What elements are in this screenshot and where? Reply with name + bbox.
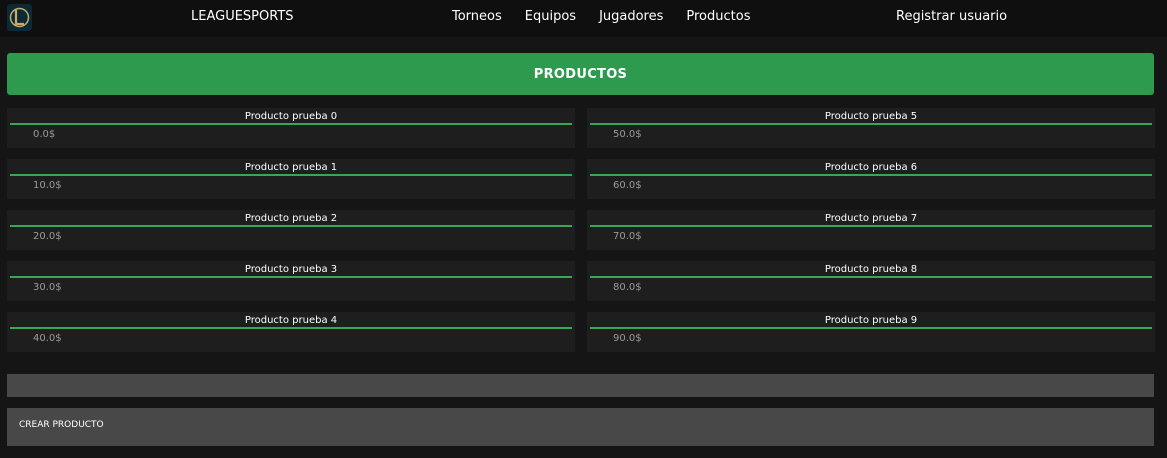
empty-bar bbox=[7, 374, 1154, 397]
product-price: 50.0$ bbox=[613, 129, 642, 140]
divider bbox=[590, 276, 1152, 278]
product-price: 20.0$ bbox=[33, 231, 62, 242]
divider bbox=[10, 123, 572, 125]
product-card[interactable]: Producto prueba 5 50.0$ bbox=[587, 108, 1155, 148]
product-card[interactable]: Producto prueba 3 30.0$ bbox=[7, 261, 575, 301]
nav-link-torneos[interactable]: Torneos bbox=[452, 9, 502, 24]
product-column-right: Producto prueba 5 50.0$ Producto prueba … bbox=[587, 108, 1155, 363]
product-name: Producto prueba 3 bbox=[244, 264, 338, 275]
product-price: 80.0$ bbox=[613, 282, 642, 293]
product-name: Producto prueba 4 bbox=[244, 315, 338, 326]
divider bbox=[10, 225, 572, 227]
product-card[interactable]: Producto prueba 8 80.0$ bbox=[587, 261, 1155, 301]
product-card[interactable]: Producto prueba 1 10.0$ bbox=[7, 159, 575, 199]
product-name: Producto prueba 1 bbox=[244, 162, 338, 173]
product-card[interactable]: Producto prueba 0 0.0$ bbox=[7, 108, 575, 148]
nav-links: Torneos Equipos Jugadores Productos bbox=[452, 9, 750, 24]
league-logo-icon[interactable] bbox=[7, 4, 32, 31]
product-price: 70.0$ bbox=[613, 231, 642, 242]
divider bbox=[10, 327, 572, 329]
product-price: 0.0$ bbox=[33, 129, 56, 140]
nav-link-equipos[interactable]: Equipos bbox=[525, 9, 576, 24]
product-card[interactable]: Producto prueba 4 40.0$ bbox=[7, 312, 575, 352]
divider bbox=[590, 327, 1152, 329]
product-price: 10.0$ bbox=[33, 180, 62, 191]
create-product-button[interactable]: CREAR PRODUCTO bbox=[7, 408, 1154, 446]
product-name: Producto prueba 6 bbox=[824, 162, 918, 173]
divider bbox=[590, 225, 1152, 227]
product-card[interactable]: Producto prueba 2 20.0$ bbox=[7, 210, 575, 250]
divider bbox=[10, 276, 572, 278]
product-card[interactable]: Producto prueba 6 60.0$ bbox=[587, 159, 1155, 199]
product-name: Producto prueba 2 bbox=[244, 213, 338, 224]
product-name: Producto prueba 8 bbox=[824, 264, 918, 275]
divider bbox=[590, 174, 1152, 176]
product-card[interactable]: Producto prueba 9 90.0$ bbox=[587, 312, 1155, 352]
product-name: Producto prueba 5 bbox=[824, 111, 918, 122]
product-name: Producto prueba 7 bbox=[824, 213, 918, 224]
page-title-banner: PRODUCTOS bbox=[7, 53, 1154, 95]
navbar: LEAGUESPORTS Torneos Equipos Jugadores P… bbox=[0, 0, 1167, 37]
register-user-link[interactable]: Registrar usuario bbox=[896, 9, 1007, 24]
product-price: 90.0$ bbox=[613, 333, 642, 344]
create-product-label: CREAR PRODUCTO bbox=[19, 420, 104, 430]
divider bbox=[10, 174, 572, 176]
product-column-left: Producto prueba 0 0.0$ Producto prueba 1… bbox=[7, 108, 575, 363]
product-price: 40.0$ bbox=[33, 333, 62, 344]
nav-link-jugadores[interactable]: Jugadores bbox=[599, 9, 663, 24]
product-price: 60.0$ bbox=[613, 180, 642, 191]
product-price: 30.0$ bbox=[33, 282, 62, 293]
product-name: Producto prueba 9 bbox=[824, 315, 918, 326]
brand-name[interactable]: LEAGUESPORTS bbox=[191, 9, 294, 24]
nav-link-productos[interactable]: Productos bbox=[686, 9, 750, 24]
product-name: Producto prueba 0 bbox=[244, 111, 338, 122]
product-card[interactable]: Producto prueba 7 70.0$ bbox=[587, 210, 1155, 250]
divider bbox=[590, 123, 1152, 125]
page-title: PRODUCTOS bbox=[533, 66, 628, 82]
